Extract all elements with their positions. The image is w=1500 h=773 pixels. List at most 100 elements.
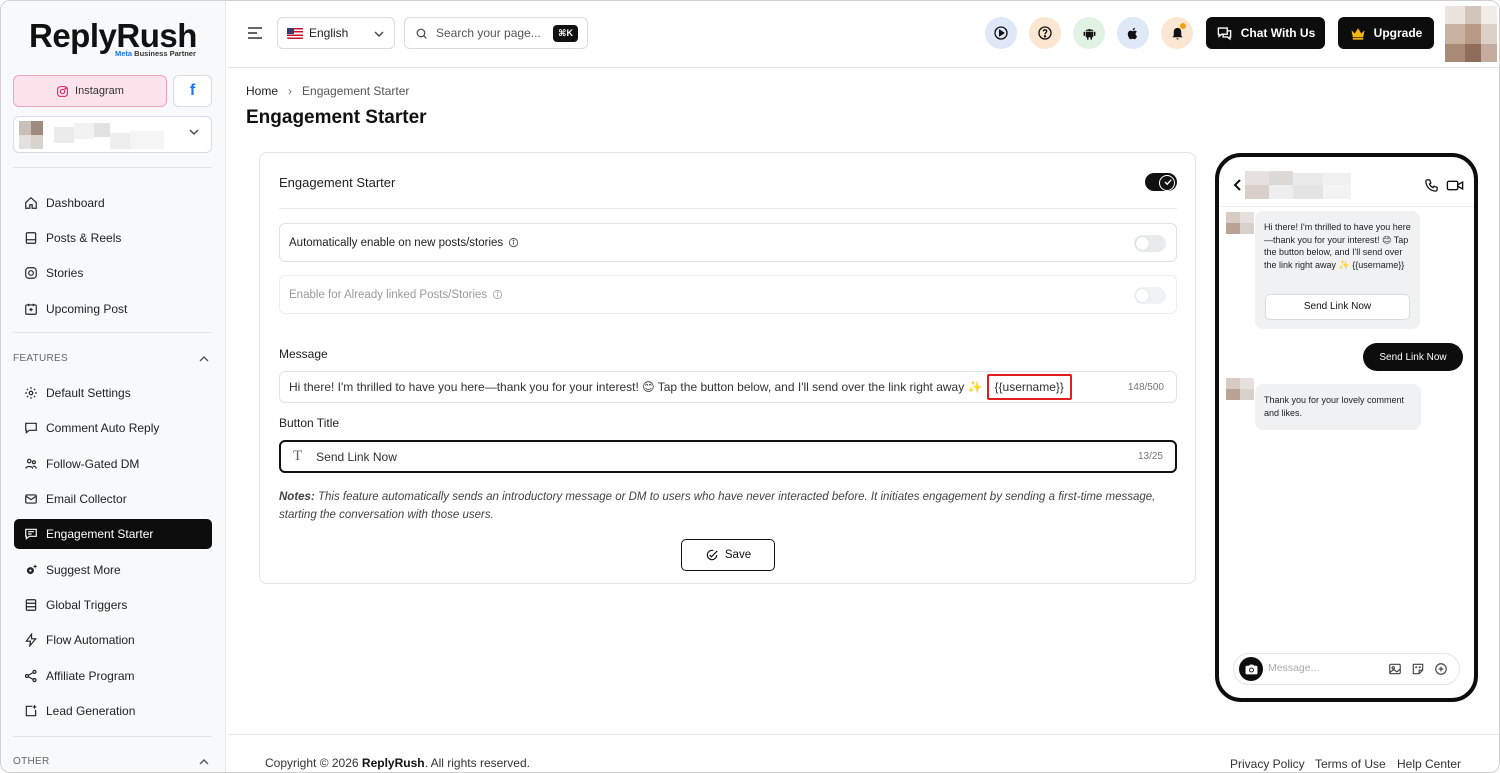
copyright: Copyright © 2026 ReplyRush. All rights r… (265, 756, 530, 770)
camera-button[interactable] (1239, 657, 1263, 681)
posts-icon (25, 232, 37, 244)
user-avatar[interactable] (1445, 6, 1497, 62)
meta-brand: Meta (115, 49, 133, 58)
chevron-up-icon[interactable] (198, 355, 210, 363)
button-title-value: Send Link Now (316, 449, 397, 464)
video-tutorial-button[interactable] (985, 17, 1017, 49)
linked-posts-label: Enable for Already linked Posts/Stories (289, 288, 488, 301)
account-select[interactable] (13, 116, 212, 153)
sidebar-item-lead-generation[interactable]: Lead Generation (14, 696, 212, 726)
linked-posts-toggle[interactable] (1134, 287, 1166, 304)
sender-avatar (1226, 378, 1254, 400)
sent-message-text: Send Link Now (1379, 351, 1447, 363)
play-icon (994, 26, 1008, 40)
message-composer-input[interactable] (1268, 662, 1368, 674)
chevron-up-icon[interactable] (198, 758, 210, 766)
language-label: English (309, 26, 349, 40)
instagram-button[interactable]: Instagram (13, 75, 167, 107)
button-title-input[interactable]: T Send Link Now 13/25 (279, 440, 1177, 473)
divider (13, 167, 212, 168)
reply-message-text: Thank you for your lovely comment and li… (1264, 395, 1405, 418)
chat-icon (25, 528, 37, 540)
back-icon (1233, 179, 1241, 191)
incoming-message-bubble: Hi there! I'm thrilled to have you here—… (1255, 211, 1420, 329)
sidebar-item-label: Comment Auto Reply (46, 421, 160, 435)
sidebar-item-upcoming-post[interactable]: Upcoming Post (14, 294, 212, 324)
gear-icon (25, 387, 37, 399)
logo: ReplyRush Meta Business Partner (29, 17, 197, 58)
sidebar-item-posts-reels[interactable]: Posts & Reels (14, 223, 212, 253)
facebook-button[interactable]: f (173, 75, 212, 107)
divider (13, 332, 212, 333)
auto-enable-toggle[interactable] (1134, 235, 1166, 252)
help-center-link[interactable]: Help Center (1397, 757, 1461, 771)
plus-circle-icon[interactable] (1434, 662, 1448, 676)
send-link-now-button[interactable]: Send Link Now (1265, 294, 1410, 320)
home-icon (25, 196, 37, 209)
sidebar-item-label: Suggest More (46, 563, 121, 577)
sidebar-item-suggest-more[interactable]: Suggest More (14, 555, 212, 585)
menu-icon[interactable] (247, 26, 263, 40)
chat-with-us-button[interactable]: Chat With Us (1206, 17, 1325, 49)
language-select[interactable]: English (277, 17, 395, 49)
android-app-button[interactable] (1073, 17, 1105, 49)
sidebar-item-follow-gated-dm[interactable]: Follow-Gated DM (14, 449, 212, 479)
sidebar-item-label: Posts & Reels (46, 231, 122, 245)
copyright-brand: ReplyRush (361, 756, 425, 770)
divider (13, 736, 212, 737)
features-section-label: FEATURES (13, 353, 68, 364)
sidebar-item-email-collector[interactable]: Email Collector (14, 484, 212, 514)
search-box[interactable]: ⌘K (404, 17, 588, 49)
sidebar-item-label: Flow Automation (46, 633, 135, 647)
chat-with-us-label: Chat With Us (1240, 26, 1316, 40)
sidebar-item-label: Email Collector (46, 492, 127, 506)
ios-app-button[interactable] (1117, 17, 1149, 49)
breadcrumb-home[interactable]: Home (246, 84, 278, 98)
privacy-policy-link[interactable]: Privacy Policy (1230, 757, 1305, 771)
info-icon[interactable] (492, 289, 503, 300)
username-variable: {{username}} (986, 374, 1072, 400)
bolt-icon (25, 633, 37, 647)
app-window: ReplyRush Meta Business Partner Instagra… (0, 0, 1500, 773)
message-input[interactable]: Hi there! I'm thrilled to have you here—… (279, 371, 1177, 403)
sidebar-item-default-settings[interactable]: Default Settings (14, 378, 212, 408)
button-title-char-count: 13/25 (1137, 451, 1163, 462)
contact-name (1245, 171, 1351, 199)
copyright-prefix: Copyright © 2026 (265, 756, 362, 770)
video-call-icon (1446, 180, 1464, 191)
breadcrumb-separator: › (288, 84, 293, 98)
mail-icon (25, 494, 37, 504)
save-label: Save (724, 549, 752, 561)
sidebar-item-dashboard[interactable]: Dashboard (14, 188, 212, 218)
sidebar-item-flow-automation[interactable]: Flow Automation (14, 625, 212, 655)
sidebar-item-label: Global Triggers (46, 598, 128, 612)
users-icon (25, 458, 37, 469)
help-button[interactable] (1029, 17, 1061, 49)
search-shortcut: ⌘K (553, 25, 578, 42)
notifications-button[interactable] (1161, 17, 1193, 49)
sidebar-item-global-triggers[interactable]: Global Triggers (14, 590, 212, 620)
message-char-count: 148/500 (1127, 381, 1164, 393)
feature-toggle[interactable] (1145, 173, 1177, 191)
logo-subtitle: Meta Business Partner (115, 49, 196, 58)
sidebar-item-comment-auto-reply[interactable]: Comment Auto Reply (14, 413, 212, 443)
sidebar-item-stories[interactable]: Stories (14, 258, 212, 288)
info-icon[interactable] (508, 237, 519, 248)
message-text: Hi there! I'm thrilled to have you here—… (289, 380, 983, 394)
sidebar-item-affiliate-program[interactable]: Affiliate Program (14, 661, 212, 691)
logo-subtitle-text: Business Partner (132, 49, 196, 58)
upgrade-button[interactable]: Upgrade (1338, 17, 1434, 49)
instagram-label: Instagram (75, 85, 124, 97)
camera-icon (1245, 664, 1257, 674)
image-icon[interactable] (1388, 662, 1402, 676)
save-button[interactable]: Save (681, 539, 775, 571)
phone-call-icon (1425, 179, 1438, 192)
terms-of-use-link[interactable]: Terms of Use (1315, 757, 1386, 771)
sender-avatar (1226, 212, 1254, 234)
search-input[interactable] (436, 26, 546, 40)
question-icon (1038, 26, 1052, 40)
sidebar-item-label: Upcoming Post (46, 302, 128, 316)
divider (279, 208, 1177, 209)
sticker-icon[interactable] (1411, 662, 1425, 676)
sidebar-item-engagement-starter[interactable]: Engagement Starter (14, 519, 212, 549)
